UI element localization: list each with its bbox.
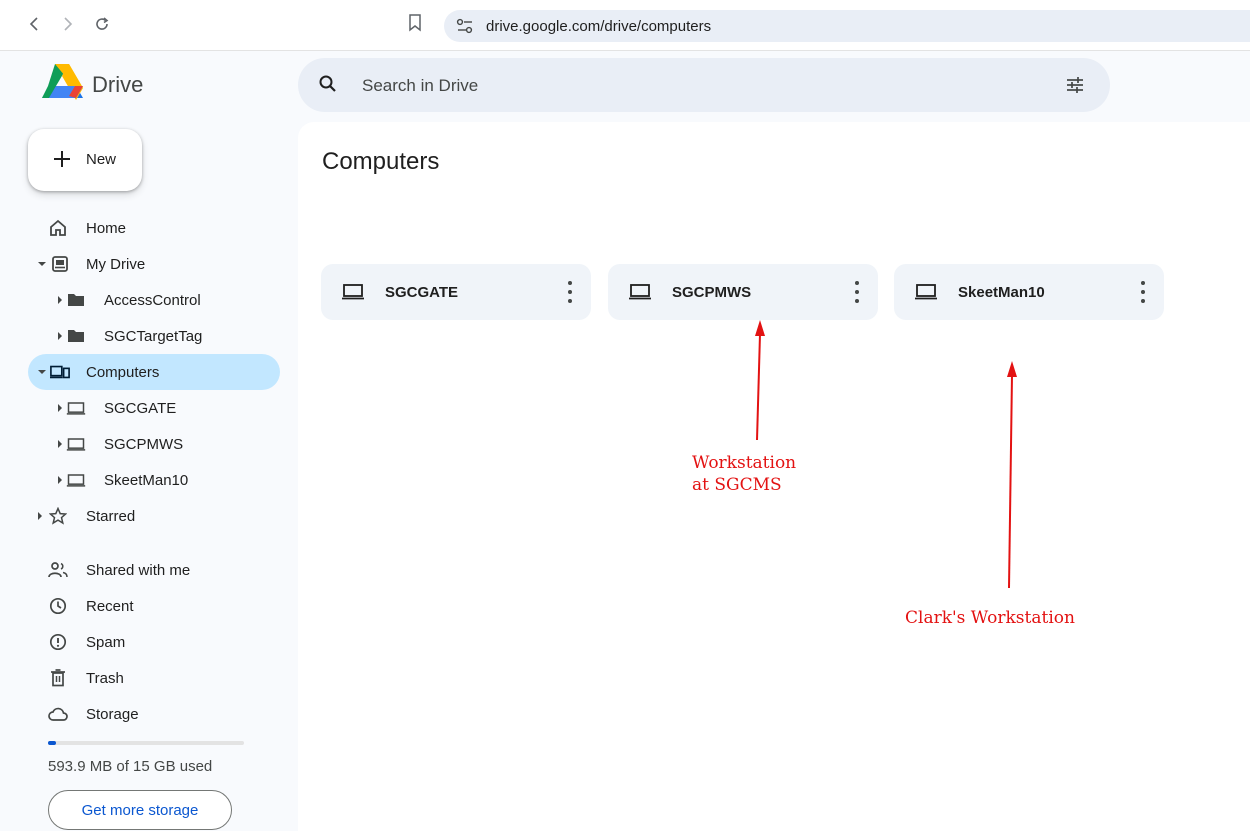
computer-card-sgcgate[interactable]: SGCGATE (321, 264, 591, 320)
folder-icon (66, 290, 86, 310)
sidebar-item-my-drive[interactable]: My Drive (28, 246, 280, 282)
brand-name: Drive (92, 72, 144, 97)
sidebar-item-label: My Drive (86, 256, 146, 273)
caret-right-icon[interactable] (58, 332, 62, 340)
sidebar-item-label: Shared with me (86, 562, 191, 579)
url-text[interactable]: drive.google.com/drive/computers (486, 18, 711, 35)
storage-usage-text: 593.9 MB of 15 GB used (48, 758, 213, 775)
computer-card-sgcpmws[interactable]: SGCPMWS (608, 264, 878, 320)
search-bar[interactable] (298, 58, 1110, 112)
annotation-line: at SGCMS (692, 475, 782, 495)
sidebar-item-label: Spam (86, 634, 126, 651)
new-button-label: New (86, 151, 117, 168)
sidebar-item-label: SGCGATE (104, 400, 177, 417)
caret-right-icon[interactable] (58, 440, 62, 448)
reload-icon[interactable] (92, 14, 112, 34)
sidebar-item-label: AccessControl (104, 292, 201, 309)
laptop-icon (66, 398, 86, 418)
sidebar-item-spam[interactable]: Spam (28, 624, 280, 660)
more-options-icon[interactable] (1140, 281, 1146, 303)
cloud-icon (48, 704, 68, 724)
folder-icon (66, 326, 86, 346)
trash-icon (48, 668, 68, 688)
computer-name: SkeetMan10 (958, 284, 1045, 301)
site-settings-icon[interactable] (456, 18, 474, 39)
laptop-icon (914, 282, 938, 307)
caret-right-icon[interactable] (38, 512, 42, 520)
sidebar-item-shared[interactable]: Shared with me (28, 552, 280, 588)
sidebar-item-label: Home (86, 220, 127, 237)
sidebar-item-label: Storage (86, 706, 139, 723)
caret-right-icon[interactable] (58, 296, 62, 304)
sidebar-item-trash[interactable]: Trash (28, 660, 280, 696)
forward-icon[interactable] (58, 14, 78, 34)
caret-right-icon[interactable] (58, 476, 62, 484)
spam-icon (48, 632, 68, 652)
annotation-line: Workstation (692, 453, 797, 473)
sidebar-item-label: Computers (86, 364, 160, 381)
search-icon[interactable] (318, 74, 338, 99)
storage-usage-bar (48, 741, 244, 745)
star-icon (48, 506, 68, 526)
back-icon[interactable] (24, 14, 44, 34)
sidebar-item-sgctargettag[interactable]: SGCTargetTag (28, 318, 280, 354)
sidebar-item-label: Trash (86, 670, 124, 687)
sidebar-item-starred[interactable]: Starred (28, 498, 280, 534)
new-button[interactable]: New (28, 129, 142, 191)
more-options-icon[interactable] (854, 281, 860, 303)
page-title: Computers (322, 148, 440, 175)
laptop-icon (66, 434, 86, 454)
computer-card-skeetman10[interactable]: SkeetMan10 (894, 264, 1164, 320)
sidebar-item-sgcpmws[interactable]: SGCPMWS (28, 426, 280, 462)
caret-down-icon[interactable] (38, 262, 46, 266)
address-bar[interactable]: drive.google.com/drive/computers (444, 10, 1250, 42)
search-options-icon[interactable] (1064, 74, 1086, 101)
sidebar-item-label: Starred (86, 508, 136, 525)
sidebar-item-label: SGCTargetTag (104, 328, 203, 345)
annotation-skeetman10: Clark's Workstation (905, 608, 1075, 628)
sidebar-item-label: Recent (86, 598, 134, 615)
sidebar-item-sgcgate[interactable]: SGCGATE (28, 390, 280, 426)
drive-logo-icon[interactable] (40, 62, 84, 107)
laptop-icon (628, 282, 652, 307)
get-more-storage-label: Get more storage (81, 802, 199, 819)
sidebar-item-label: SGCPMWS (104, 436, 184, 453)
laptop-icon (66, 470, 86, 490)
plus-icon (50, 147, 74, 176)
get-more-storage-button[interactable]: Get more storage (48, 790, 232, 830)
shared-people-icon (48, 560, 68, 580)
caret-down-icon[interactable] (38, 370, 46, 374)
caret-right-icon[interactable] (58, 404, 62, 412)
storage-usage-fill (48, 741, 56, 745)
clock-icon (48, 596, 68, 616)
search-input[interactable] (360, 70, 1044, 102)
sidebar-item-label: SkeetMan10 (104, 472, 189, 489)
bookmark-icon[interactable] (408, 14, 422, 37)
sidebar-item-accesscontrol[interactable]: AccessControl (28, 282, 280, 318)
annotation-sgcpmws: Workstation at SGCMS (692, 452, 796, 496)
sidebar-item-home[interactable]: Home (28, 210, 280, 246)
browser-toolbar: drive.google.com/drive/computers (0, 0, 1250, 51)
computer-name: SGCPMWS (672, 284, 752, 301)
my-drive-icon (50, 254, 70, 274)
sidebar-item-computers[interactable]: Computers (28, 354, 280, 390)
home-icon (48, 218, 68, 238)
sidebar-item-recent[interactable]: Recent (28, 588, 280, 624)
sidebar-item-skeetman10[interactable]: SkeetMan10 (28, 462, 280, 498)
computers-icon (50, 362, 70, 382)
sidebar-item-storage[interactable]: Storage (28, 696, 280, 732)
computer-name: SGCGATE (385, 284, 459, 301)
more-options-icon[interactable] (567, 281, 573, 303)
laptop-icon (341, 282, 365, 307)
